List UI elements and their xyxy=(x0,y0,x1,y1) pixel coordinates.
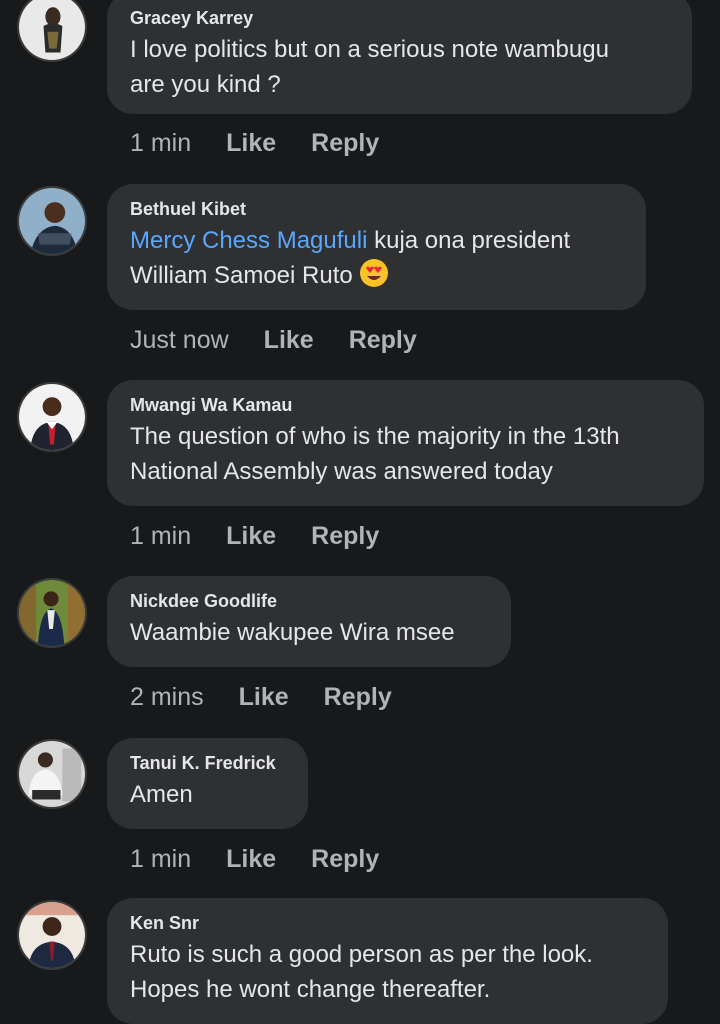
comment-time[interactable]: Just now xyxy=(130,325,229,355)
like-button[interactable]: Like xyxy=(264,325,314,355)
like-button[interactable]: Like xyxy=(226,128,276,158)
reply-button[interactable]: Reply xyxy=(311,521,379,551)
avatar-photo xyxy=(19,741,85,807)
comment-actions: 1 min Like Reply xyxy=(130,521,414,551)
avatar[interactable] xyxy=(17,900,87,970)
comment-actions: 2 mins Like Reply xyxy=(130,682,427,712)
comment-bubble: Bethuel Kibet Mercy Chess Magufuli kuja … xyxy=(107,184,646,310)
avatar[interactable] xyxy=(17,382,87,452)
avatar[interactable] xyxy=(17,0,87,62)
comment-bubble: Nickdee Goodlife Waambie wakupee Wira ms… xyxy=(107,576,511,667)
comment-bubble: Gracey Karrey I love politics but on a s… xyxy=(107,0,692,114)
comment-author[interactable]: Gracey Karrey xyxy=(130,7,670,29)
reply-button[interactable]: Reply xyxy=(324,682,392,712)
comment-author[interactable]: Bethuel Kibet xyxy=(130,198,624,220)
reply-button[interactable]: Reply xyxy=(311,844,379,874)
comment-text: Mercy Chess Magufuli kuja ona president … xyxy=(130,223,624,293)
reply-button[interactable]: Reply xyxy=(349,325,417,355)
comment-time[interactable]: 1 min xyxy=(130,521,191,551)
like-button[interactable]: Like xyxy=(239,682,289,712)
comment-bubble: Ken Snr Ruto is such a good person as pe… xyxy=(107,898,668,1024)
mention-link[interactable]: Mercy Chess Magufuli xyxy=(130,227,367,254)
like-button[interactable]: Like xyxy=(226,844,276,874)
avatar[interactable] xyxy=(17,186,87,256)
comment-bubble: Tanui K. Fredrick Amen xyxy=(107,738,308,829)
comment-bubble: Mwangi Wa Kamau The question of who is t… xyxy=(107,380,704,506)
avatar-photo xyxy=(19,384,85,450)
comment-text: Ruto is such a good person as per the lo… xyxy=(130,941,593,1003)
comment-time[interactable]: 2 mins xyxy=(130,682,204,712)
comment-text: I love politics but on a serious note wa… xyxy=(130,36,609,98)
comment-text: The question of who is the majority in t… xyxy=(130,423,620,485)
comment-author[interactable]: Mwangi Wa Kamau xyxy=(130,394,682,416)
avatar-photo xyxy=(19,902,85,968)
comment-time[interactable]: 1 min xyxy=(130,844,191,874)
comment-author[interactable]: Tanui K. Fredrick xyxy=(130,752,286,774)
comment-author[interactable]: Ken Snr xyxy=(130,912,646,934)
comment-author[interactable]: Nickdee Goodlife xyxy=(130,590,489,612)
heart-eyes-emoji-icon xyxy=(360,259,389,287)
comment-text: Amen xyxy=(130,781,193,808)
avatar[interactable] xyxy=(17,578,87,648)
avatar-photo xyxy=(19,0,85,60)
comment-actions: 1 min Like Reply xyxy=(130,128,414,158)
avatar-photo xyxy=(19,188,85,254)
comment-actions: Just now Like Reply xyxy=(130,325,452,355)
comment-actions: 1 min Like Reply xyxy=(130,844,414,874)
avatar[interactable] xyxy=(17,739,87,809)
avatar-photo xyxy=(19,580,85,646)
comment-text: Waambie wakupee Wira msee xyxy=(130,619,455,646)
comment-time[interactable]: 1 min xyxy=(130,128,191,158)
like-button[interactable]: Like xyxy=(226,521,276,551)
reply-button[interactable]: Reply xyxy=(311,128,379,158)
